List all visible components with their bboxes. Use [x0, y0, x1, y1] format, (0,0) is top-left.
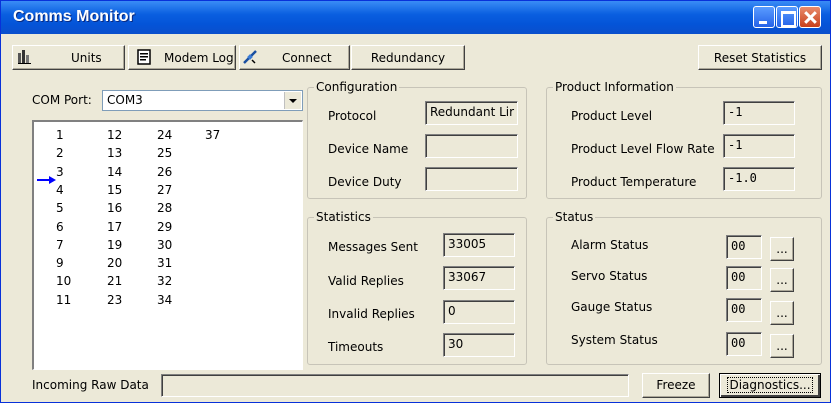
valid-replies-label: Valid Replies — [328, 274, 404, 288]
diagnostics-label: Diagnostics... — [727, 377, 813, 393]
freeze-button[interactable]: Freeze — [642, 373, 710, 398]
device-list-item[interactable]: 3 — [56, 165, 64, 179]
device-list-item[interactable]: 32 — [157, 274, 172, 288]
freeze-label: Freeze — [656, 378, 696, 392]
product-temperature-field: -1.0 — [723, 167, 795, 191]
servo-status-details-button[interactable]: ... — [770, 268, 794, 292]
device-list-item[interactable]: 10 — [56, 274, 71, 288]
invalid-replies-field: 0 — [443, 300, 515, 324]
reset-statistics-label: Reset Statistics — [713, 50, 807, 65]
connect-label: Connect — [282, 50, 332, 65]
statistics-title: Statistics — [314, 210, 373, 224]
product-flow-rate-field: -1 — [723, 134, 795, 158]
product-level-label: Product Level — [571, 109, 653, 123]
device-duty-field — [425, 167, 518, 191]
window-title: Comms Monitor — [13, 8, 135, 25]
toolbar: Units Modem Log Connect Redundancy Reset… — [1, 45, 830, 73]
device-list-item[interactable]: 16 — [107, 201, 122, 215]
system-status-label: System Status — [571, 333, 658, 347]
incoming-raw-data-field — [161, 374, 629, 397]
device-list-item[interactable]: 13 — [107, 146, 122, 160]
device-list-item[interactable]: 4 — [56, 183, 64, 197]
modem-log-button[interactable]: Modem Log — [128, 45, 236, 70]
device-list-item[interactable]: 7 — [56, 238, 64, 252]
product-information-title: Product Information — [553, 80, 676, 94]
close-button[interactable] — [799, 6, 821, 28]
device-list-item[interactable]: 29 — [157, 220, 172, 234]
alarm-status-field: 00 — [726, 235, 762, 259]
units-button[interactable]: Units — [12, 45, 125, 70]
device-list-item[interactable]: 1 — [56, 128, 64, 142]
status-title: Status — [553, 210, 596, 224]
messages-sent-field: 33005 — [443, 233, 515, 257]
gauge-status-label: Gauge Status — [571, 300, 653, 314]
servo-status-field: 00 — [726, 266, 762, 290]
product-level-field: -1 — [723, 101, 795, 125]
system-status-details-button[interactable]: ... — [770, 334, 794, 358]
product-temperature-label: Product Temperature — [571, 175, 697, 189]
timeouts-label: Timeouts — [328, 340, 384, 354]
device-list-item[interactable]: 12 — [107, 128, 122, 142]
device-list[interactable]: 1 2 3 4 5 6 7 9 10 11 12 13 14 15 16 17 19 20 21 23 24 25 26 27… — [32, 120, 303, 370]
redundancy-label: Redundancy — [370, 50, 446, 65]
current-device-arrow-icon — [37, 176, 56, 184]
units-label: Units — [71, 50, 102, 65]
com-port-select[interactable]: COM3 — [102, 90, 303, 111]
protocol-label: Protocol — [328, 109, 377, 123]
product-flow-rate-label: Product Level Flow Rate — [571, 142, 715, 156]
modem-log-label: Modem Log — [164, 50, 234, 65]
device-list-item[interactable]: 17 — [107, 220, 122, 234]
invalid-replies-label: Invalid Replies — [328, 307, 415, 321]
device-list-item[interactable]: 5 — [56, 201, 64, 215]
modem-log-icon — [137, 49, 151, 65]
com-port-label: COM Port: — [32, 93, 92, 107]
incoming-raw-data-label: Incoming Raw Data — [32, 378, 149, 392]
system-status-field: 00 — [726, 332, 762, 356]
valid-replies-field: 33067 — [443, 266, 515, 290]
diagnostics-button[interactable]: Diagnostics... — [719, 373, 821, 398]
units-icon — [18, 50, 31, 64]
device-list-item[interactable]: 2 — [56, 146, 64, 160]
comms-monitor-window: Comms Monitor Units Modem Log Connect Re… — [0, 0, 831, 403]
configuration-title: Configuration — [314, 80, 400, 94]
gauge-status-details-button[interactable]: ... — [770, 301, 794, 325]
maximize-button[interactable] — [776, 6, 798, 28]
device-list-item[interactable]: 23 — [107, 293, 122, 307]
device-name-field — [425, 134, 518, 158]
com-port-value: COM3 — [107, 93, 143, 107]
alarm-status-label: Alarm Status — [571, 238, 649, 252]
connect-icon — [243, 50, 257, 64]
gauge-status-field: 00 — [726, 298, 762, 322]
device-list-item[interactable]: 37 — [205, 128, 220, 142]
servo-status-label: Servo Status — [571, 269, 648, 283]
connect-button[interactable]: Connect — [239, 45, 350, 70]
chevron-down-icon[interactable] — [284, 92, 301, 109]
minimize-button[interactable] — [753, 6, 775, 28]
device-list-item[interactable]: 9 — [56, 256, 64, 270]
device-list-item[interactable]: 34 — [157, 293, 172, 307]
device-list-item[interactable]: 30 — [157, 238, 172, 252]
device-list-item[interactable]: 6 — [56, 220, 64, 234]
redundancy-button[interactable]: Redundancy — [351, 45, 465, 70]
device-list-item[interactable]: 15 — [107, 183, 122, 197]
protocol-field: Redundant Lir — [425, 101, 518, 125]
device-name-label: Device Name — [328, 142, 409, 156]
title-bar[interactable]: Comms Monitor — [1, 1, 830, 34]
device-duty-label: Device Duty — [328, 175, 402, 189]
device-list-item[interactable]: 19 — [107, 238, 122, 252]
device-list-item[interactable]: 27 — [157, 183, 172, 197]
device-list-item[interactable]: 21 — [107, 274, 122, 288]
device-list-item[interactable]: 11 — [56, 293, 71, 307]
device-list-item[interactable]: 31 — [157, 256, 172, 270]
device-list-item[interactable]: 26 — [157, 165, 172, 179]
device-list-item[interactable]: 20 — [107, 256, 122, 270]
device-list-item[interactable]: 28 — [157, 201, 172, 215]
alarm-status-details-button[interactable]: ... — [770, 237, 794, 261]
timeouts-field: 30 — [443, 333, 515, 357]
reset-statistics-button[interactable]: Reset Statistics — [698, 45, 822, 70]
device-list-item[interactable]: 14 — [107, 165, 122, 179]
device-list-item[interactable]: 24 — [157, 128, 172, 142]
device-list-item[interactable]: 25 — [157, 146, 172, 160]
messages-sent-label: Messages Sent — [328, 240, 418, 254]
